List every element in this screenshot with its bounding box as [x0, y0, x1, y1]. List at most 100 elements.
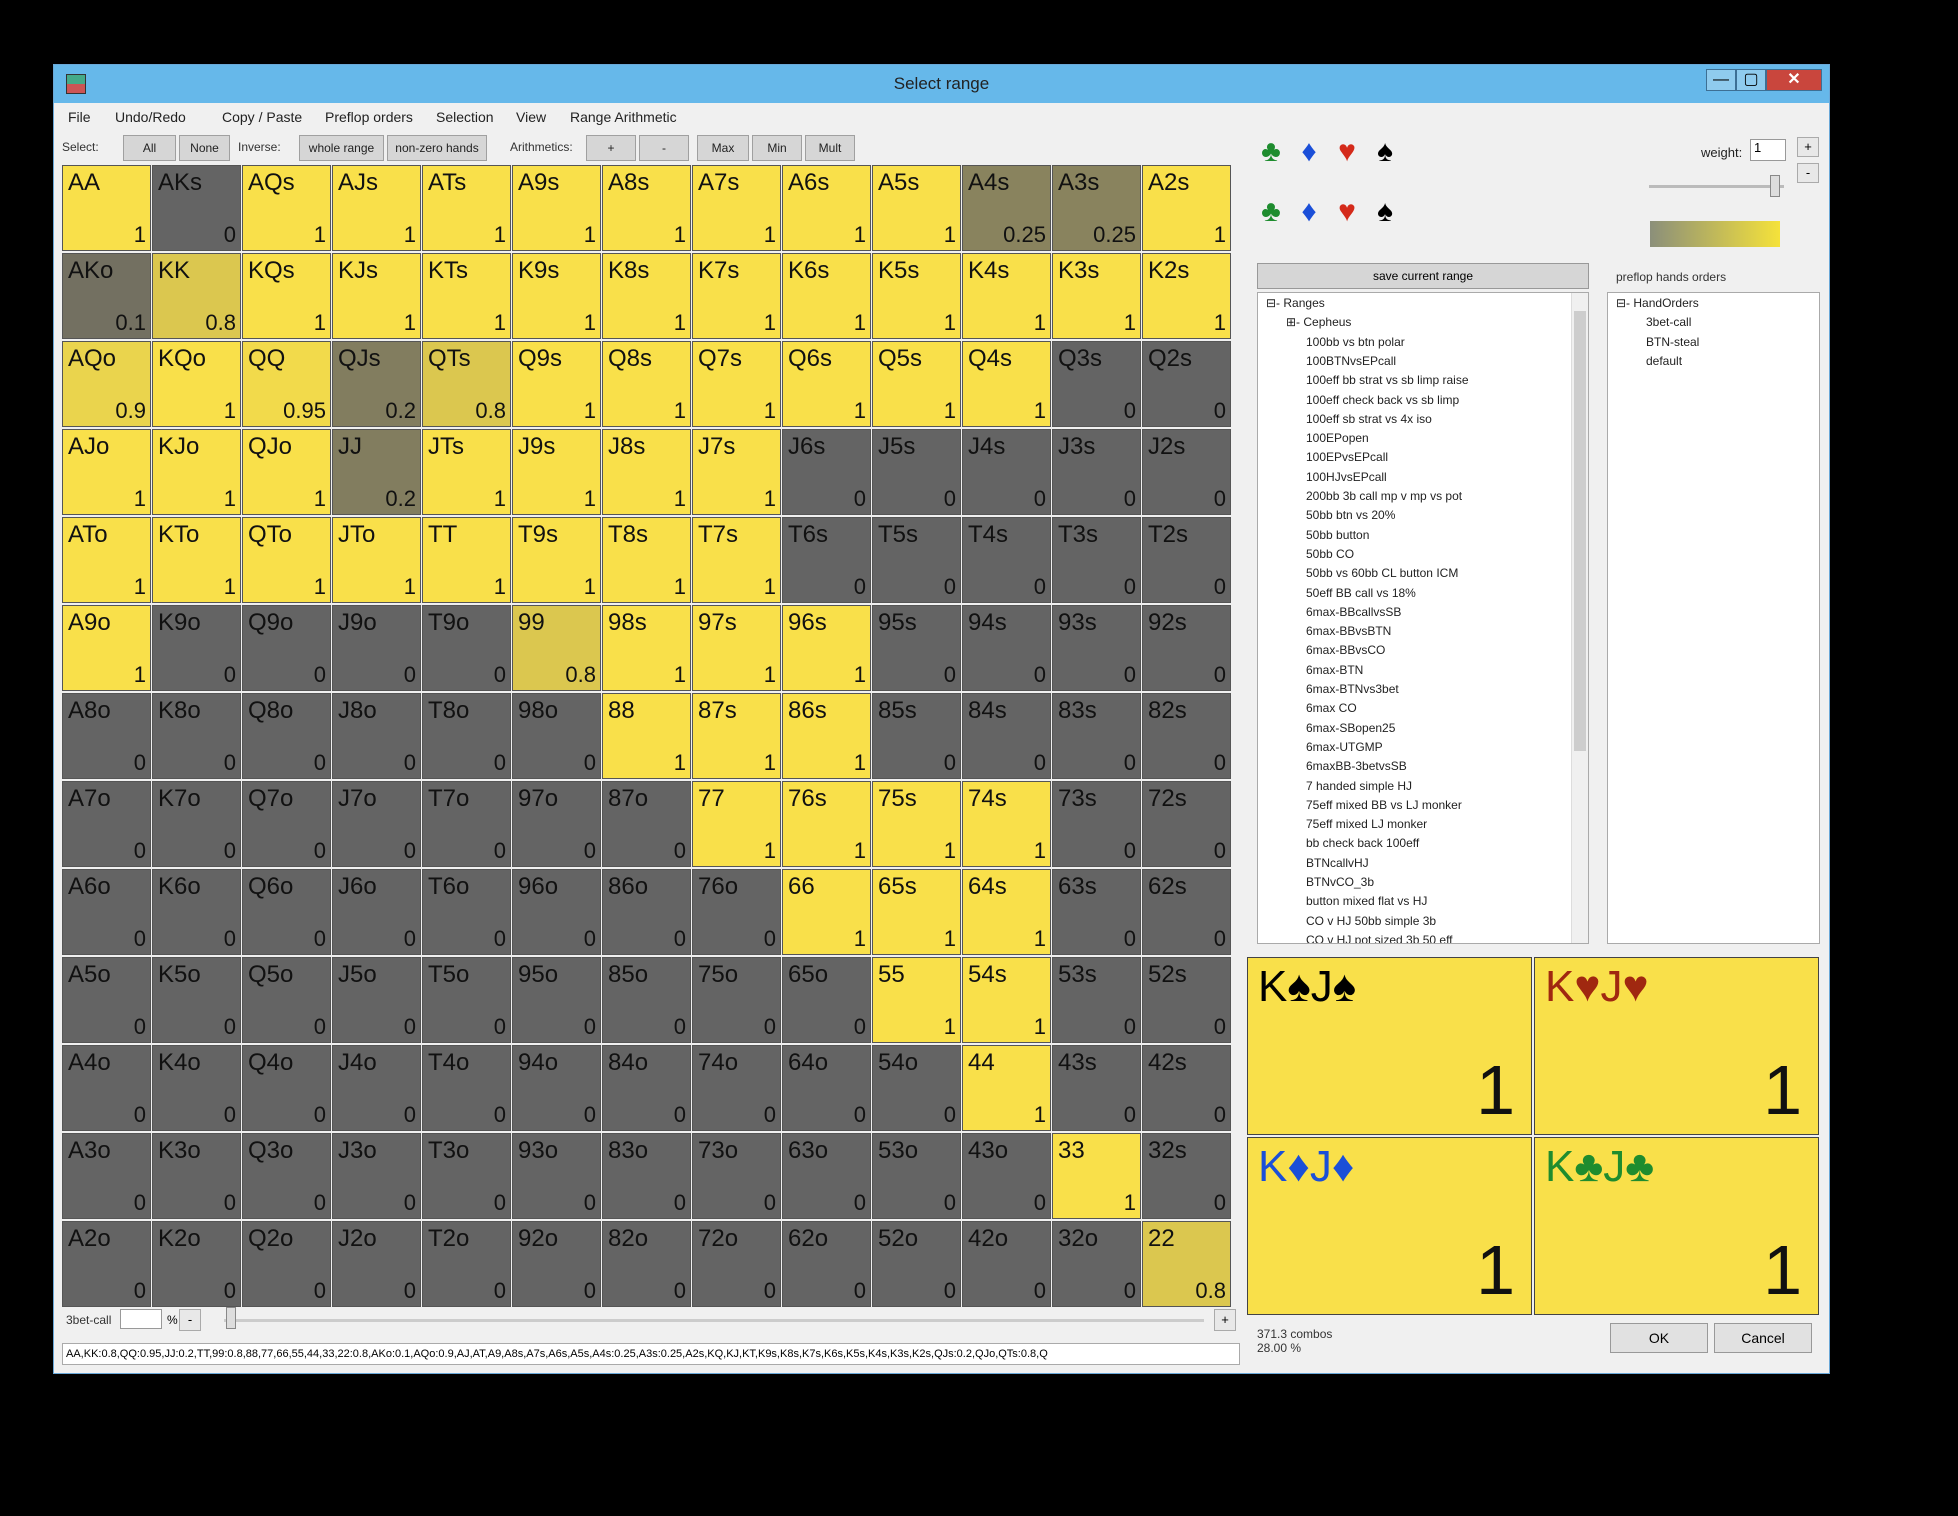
- menu-view[interactable]: View: [516, 109, 546, 125]
- close-button[interactable]: ✕: [1766, 69, 1822, 91]
- hand-cell[interactable]: 82s 0: [1142, 693, 1231, 779]
- hand-cell[interactable]: AJs 1: [332, 165, 421, 251]
- tree-item[interactable]: 75eff mixed LJ monker: [1306, 817, 1427, 831]
- hand-cell[interactable]: K7s 1: [692, 253, 781, 339]
- hand-cell[interactable]: AKs 0: [152, 165, 241, 251]
- orders-item[interactable]: BTN-steal: [1646, 335, 1699, 349]
- hand-cell[interactable]: K6o 0: [152, 869, 241, 955]
- tree-item[interactable]: 100eff check back vs sb limp: [1306, 393, 1459, 407]
- hand-cell[interactable]: 72o 0: [692, 1221, 781, 1307]
- hand-cell[interactable]: Q2s 0: [1142, 341, 1231, 427]
- hand-cell[interactable]: T6s 0: [782, 517, 871, 603]
- tree-scrollbar[interactable]: [1571, 293, 1588, 943]
- filter-decrease-button[interactable]: -: [179, 1309, 201, 1331]
- minimize-button[interactable]: —: [1706, 69, 1736, 91]
- spade-icon[interactable]: ♠: [1366, 195, 1404, 229]
- hand-cell[interactable]: K5s 1: [872, 253, 961, 339]
- hand-cell[interactable]: 74s 1: [962, 781, 1051, 867]
- hand-cell[interactable]: K3s 1: [1052, 253, 1141, 339]
- hand-cell[interactable]: T9o 0: [422, 605, 511, 691]
- hand-cell[interactable]: KQo 1: [152, 341, 241, 427]
- hand-cell[interactable]: Q5o 0: [242, 957, 331, 1043]
- hand-cell[interactable]: 76s 1: [782, 781, 871, 867]
- hand-cell[interactable]: A6o 0: [62, 869, 151, 955]
- hand-cell[interactable]: A2s 1: [1142, 165, 1231, 251]
- hand-cell[interactable]: Q2o 0: [242, 1221, 331, 1307]
- hand-cell[interactable]: AA 1: [62, 165, 151, 251]
- cancel-button[interactable]: Cancel: [1714, 1323, 1812, 1353]
- hand-cell[interactable]: KJs 1: [332, 253, 421, 339]
- hand-cell[interactable]: 54o 0: [872, 1045, 961, 1131]
- hand-cell[interactable]: A3o 0: [62, 1133, 151, 1219]
- hand-cell[interactable]: T3s 0: [1052, 517, 1141, 603]
- hand-cell[interactable]: Q7s 1: [692, 341, 781, 427]
- tree-item[interactable]: 100EPopen: [1306, 431, 1369, 445]
- hand-cell[interactable]: 95s 0: [872, 605, 961, 691]
- arith-minus-button[interactable]: -: [639, 135, 689, 161]
- hand-cell[interactable]: 84s 0: [962, 693, 1051, 779]
- arith-plus-button[interactable]: +: [586, 135, 636, 161]
- hand-cell[interactable]: T4s 0: [962, 517, 1051, 603]
- hand-cell[interactable]: 54s 1: [962, 957, 1051, 1043]
- hand-cell[interactable]: 73s 0: [1052, 781, 1141, 867]
- hand-cell[interactable]: T7s 1: [692, 517, 781, 603]
- hand-cell[interactable]: 66 1: [782, 869, 871, 955]
- hand-cell[interactable]: 52s 0: [1142, 957, 1231, 1043]
- hand-cell[interactable]: A8s 1: [602, 165, 691, 251]
- hand-cell[interactable]: QTo 1: [242, 517, 331, 603]
- tree-item[interactable]: 6max-BBvsBTN: [1306, 624, 1391, 638]
- select-none-button[interactable]: None: [179, 135, 230, 161]
- tree-item[interactable]: 100eff bb strat vs sb limp raise: [1306, 373, 1469, 387]
- hand-cell[interactable]: T8s 1: [602, 517, 691, 603]
- maximize-button[interactable]: ▢: [1736, 69, 1766, 91]
- tree-item[interactable]: 6max-UTGMP: [1306, 740, 1383, 754]
- hand-cell[interactable]: A5o 0: [62, 957, 151, 1043]
- tree-item[interactable]: 7 handed simple HJ: [1306, 779, 1412, 793]
- hand-cell[interactable]: T4o 0: [422, 1045, 511, 1131]
- hand-cell[interactable]: 96o 0: [512, 869, 601, 955]
- tree-item[interactable]: button mixed flat vs HJ: [1306, 894, 1427, 908]
- hand-cell[interactable]: Q3o 0: [242, 1133, 331, 1219]
- diamond-icon[interactable]: ♦: [1290, 195, 1328, 229]
- hand-cell[interactable]: 93s 0: [1052, 605, 1141, 691]
- menu-range-arithmetic[interactable]: Range Arithmetic: [570, 109, 677, 125]
- tree-item[interactable]: 50bb vs 60bb CL button ICM: [1306, 566, 1458, 580]
- tree-item[interactable]: 50eff BB call vs 18%: [1306, 586, 1416, 600]
- tree-item[interactable]: bb check back 100eff: [1306, 836, 1419, 850]
- hand-cell[interactable]: Q9o 0: [242, 605, 331, 691]
- hand-cell[interactable]: QTs 0.8: [422, 341, 511, 427]
- inverse-whole-range-button[interactable]: whole range: [299, 135, 384, 161]
- hand-cell[interactable]: K8s 1: [602, 253, 691, 339]
- hand-cell[interactable]: QQ 0.95: [242, 341, 331, 427]
- hand-cell[interactable]: 83s 0: [1052, 693, 1141, 779]
- hand-cell[interactable]: KJo 1: [152, 429, 241, 515]
- hand-cell[interactable]: K2s 1: [1142, 253, 1231, 339]
- tree-item[interactable]: BTNcallvHJ: [1306, 856, 1369, 870]
- hand-cell[interactable]: 64o 0: [782, 1045, 871, 1131]
- menu-selection[interactable]: Selection: [436, 109, 494, 125]
- spade-icon[interactable]: ♠: [1366, 135, 1404, 169]
- hand-cell[interactable]: J7o 0: [332, 781, 421, 867]
- hand-cell[interactable]: A5s 1: [872, 165, 961, 251]
- hand-cell[interactable]: JTs 1: [422, 429, 511, 515]
- hand-cell[interactable]: Q4s 1: [962, 341, 1051, 427]
- tree-item[interactable]: 100EPvsEPcall: [1306, 450, 1388, 464]
- hand-cell[interactable]: 72s 0: [1142, 781, 1231, 867]
- hand-cell[interactable]: AJo 1: [62, 429, 151, 515]
- hand-cell[interactable]: T2o 0: [422, 1221, 511, 1307]
- hand-cell[interactable]: K9s 1: [512, 253, 601, 339]
- hand-cell[interactable]: J5o 0: [332, 957, 421, 1043]
- hand-cell[interactable]: 73o 0: [692, 1133, 781, 1219]
- hand-cell[interactable]: J3s 0: [1052, 429, 1141, 515]
- hand-cell[interactable]: 85s 0: [872, 693, 961, 779]
- combo-cell[interactable]: K♠J♠ 1: [1247, 957, 1532, 1135]
- tree-item[interactable]: 50bb btn vs 20%: [1306, 508, 1395, 522]
- orders-item[interactable]: 3bet-call: [1646, 315, 1691, 329]
- hand-cell[interactable]: T5o 0: [422, 957, 511, 1043]
- hand-cell[interactable]: JJ 0.2: [332, 429, 421, 515]
- hand-cell[interactable]: 75o 0: [692, 957, 781, 1043]
- tree-item[interactable]: 100HJvsEPcall: [1306, 470, 1387, 484]
- weight-increase-button[interactable]: +: [1797, 137, 1819, 157]
- hand-cell[interactable]: J9o 0: [332, 605, 421, 691]
- hand-cell[interactable]: 22 0.8: [1142, 1221, 1231, 1307]
